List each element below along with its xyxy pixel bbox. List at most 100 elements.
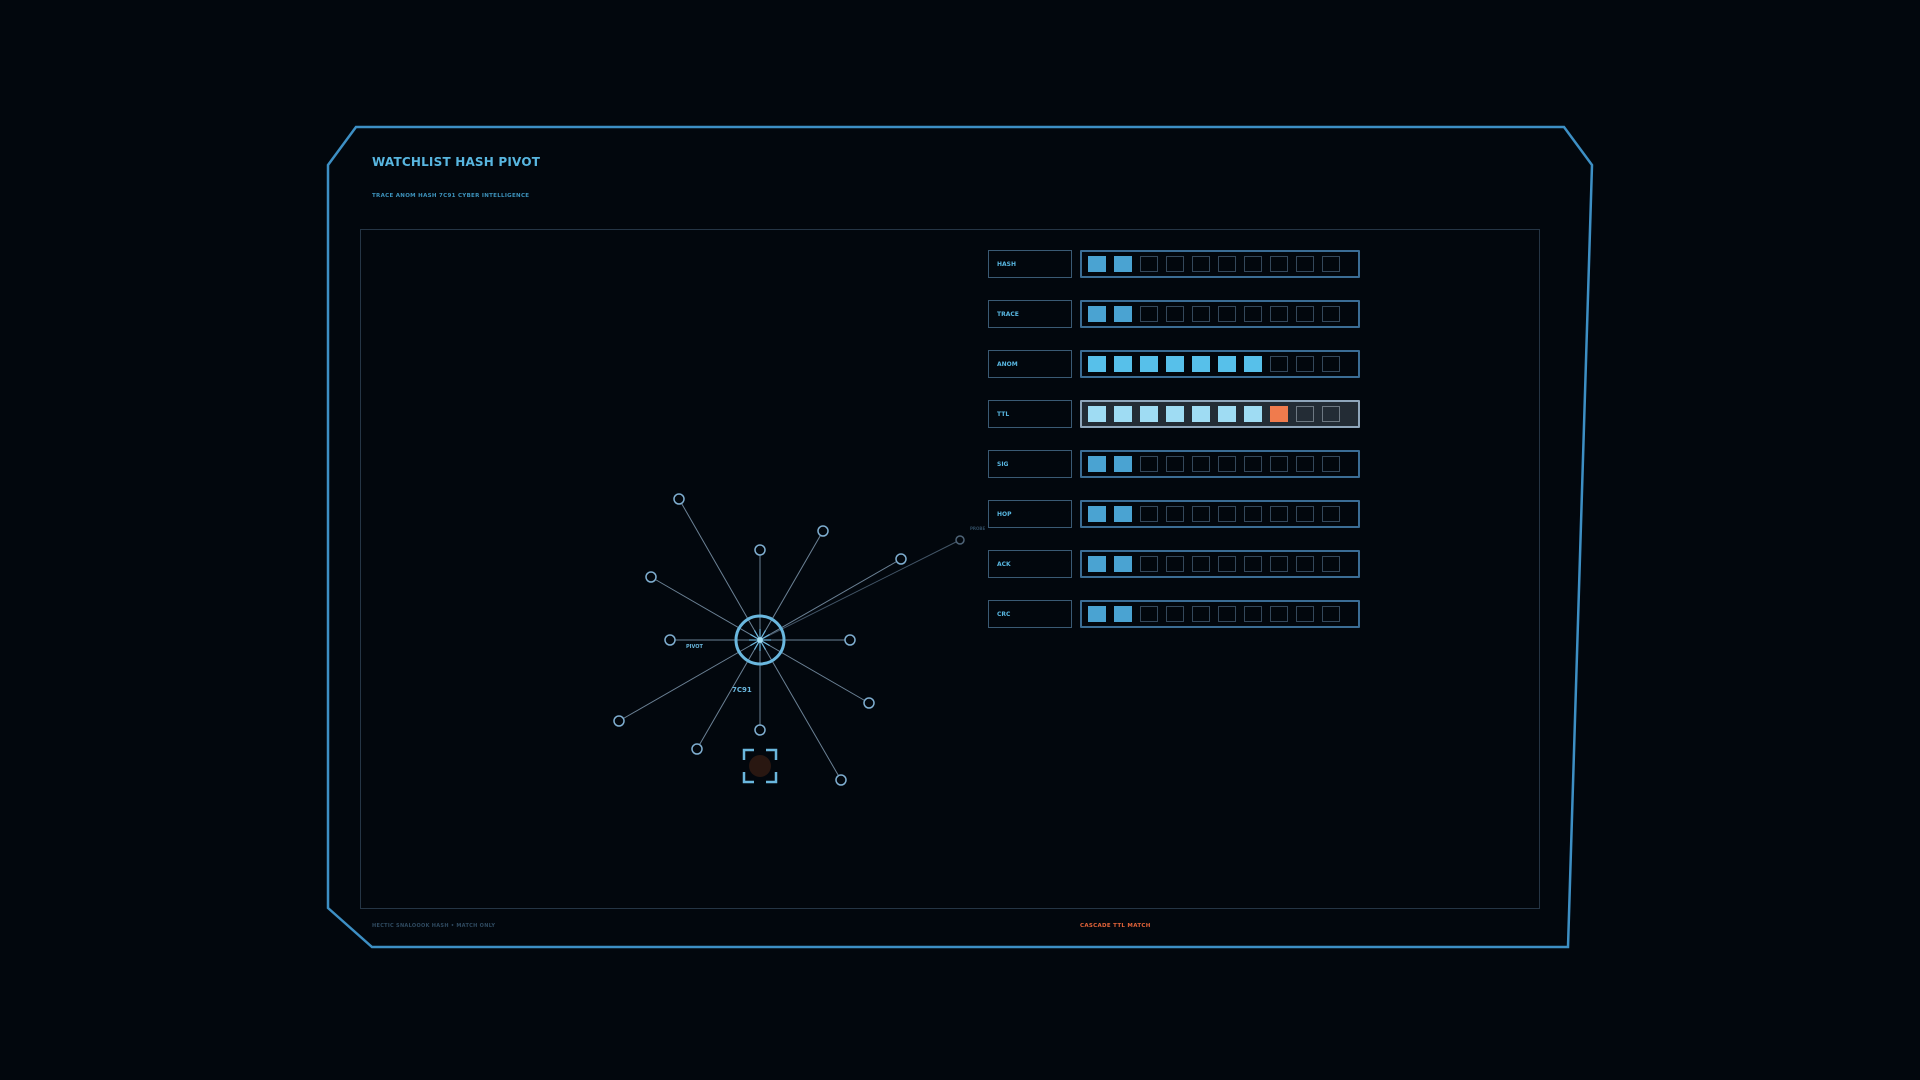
segment-empty [1244, 306, 1262, 322]
segment-empty [1166, 556, 1184, 572]
meter-sig[interactable] [1080, 450, 1360, 478]
segment-empty [1140, 506, 1158, 522]
segment-filled [1088, 556, 1106, 572]
segment-filled [1218, 356, 1236, 372]
segment-filled [1088, 506, 1106, 522]
row-label-hop: HOP [988, 500, 1072, 528]
segment-empty [1244, 606, 1262, 622]
row-label-crc: CRC [988, 600, 1072, 628]
meter-trace[interactable] [1080, 300, 1360, 328]
row-label-sig: SIG [988, 450, 1072, 478]
segment-filled [1114, 456, 1132, 472]
segment-empty [1192, 256, 1210, 272]
segment-empty [1218, 256, 1236, 272]
segment-empty [1140, 606, 1158, 622]
segment-filled [1114, 406, 1132, 422]
segment-empty [1244, 556, 1262, 572]
segment-empty [1166, 506, 1184, 522]
segment-empty [1322, 506, 1340, 522]
segment-empty [1166, 256, 1184, 272]
segment-filled [1114, 506, 1132, 522]
segment-empty [1296, 356, 1314, 372]
segment-empty [1296, 306, 1314, 322]
meter-ack[interactable] [1080, 550, 1360, 578]
segment-empty [1322, 456, 1340, 472]
segment-filled [1114, 606, 1132, 622]
segment-filled [1114, 256, 1132, 272]
segment-empty [1192, 456, 1210, 472]
segment-empty [1166, 306, 1184, 322]
row-label-anom: ANOM [988, 350, 1072, 378]
footer-status: HECTIC SNALOOOK HASH • MATCH ONLY [372, 923, 496, 929]
footer-alert: CASCADE TTL MATCH [1080, 923, 1151, 929]
segment-empty [1270, 456, 1288, 472]
segment-empty [1270, 356, 1288, 372]
segment-filled [1140, 406, 1158, 422]
segment-empty [1244, 256, 1262, 272]
segment-empty [1140, 256, 1158, 272]
row-label-trace: TRACE [988, 300, 1072, 328]
page-title: WATCHLIST HASH PIVOT [372, 155, 541, 169]
segment-filled [1192, 406, 1210, 422]
page-subtitle: TRACE ANOM HASH 7C91 CYBER INTELLIGENCE [372, 193, 530, 199]
row-label-ttl: TTL [988, 400, 1072, 428]
segment-filled [1088, 306, 1106, 322]
segment-empty [1192, 506, 1210, 522]
segment-filled [1088, 606, 1106, 622]
segment-empty [1140, 556, 1158, 572]
segment-filled [1140, 356, 1158, 372]
segment-empty [1140, 456, 1158, 472]
segment-empty [1322, 256, 1340, 272]
segment-filled [1166, 356, 1184, 372]
segment-empty [1270, 256, 1288, 272]
segment-empty [1270, 306, 1288, 322]
segment-empty [1166, 606, 1184, 622]
segment-empty [1192, 306, 1210, 322]
meter-hash[interactable] [1080, 250, 1360, 278]
meter-crc[interactable] [1080, 600, 1360, 628]
segment-filled [1218, 406, 1236, 422]
segment-empty [1244, 506, 1262, 522]
segment-empty [1270, 556, 1288, 572]
segment-empty [1296, 606, 1314, 622]
segment-empty [1270, 506, 1288, 522]
segment-filled [1088, 256, 1106, 272]
segment-empty [1192, 556, 1210, 572]
segment-filled [1114, 556, 1132, 572]
segment-filled [1114, 356, 1132, 372]
segment-empty [1322, 606, 1340, 622]
segment-empty [1244, 456, 1262, 472]
segment-filled [1114, 306, 1132, 322]
meter-hop[interactable] [1080, 500, 1360, 528]
segment-alert [1270, 406, 1288, 422]
segment-empty [1192, 606, 1210, 622]
row-label-ack: ACK [988, 550, 1072, 578]
segment-empty [1166, 456, 1184, 472]
row-label-hash: HASH [988, 250, 1072, 278]
segment-filled [1166, 406, 1184, 422]
segment-empty [1296, 256, 1314, 272]
segment-empty [1140, 306, 1158, 322]
segment-empty [1296, 406, 1314, 422]
segment-empty [1218, 306, 1236, 322]
segment-empty [1296, 456, 1314, 472]
segment-empty [1322, 556, 1340, 572]
segment-empty [1322, 356, 1340, 372]
segment-empty [1270, 606, 1288, 622]
segment-empty [1218, 456, 1236, 472]
segment-filled [1088, 406, 1106, 422]
meter-ttl[interactable] [1080, 400, 1360, 428]
segment-filled [1088, 456, 1106, 472]
inner-panel [360, 229, 1540, 909]
segment-empty [1218, 556, 1236, 572]
segment-filled [1244, 406, 1262, 422]
segment-empty [1218, 506, 1236, 522]
segment-filled [1088, 356, 1106, 372]
segment-empty [1296, 556, 1314, 572]
segment-empty [1296, 506, 1314, 522]
segment-empty [1322, 406, 1340, 422]
segment-filled [1192, 356, 1210, 372]
meter-anom[interactable] [1080, 350, 1360, 378]
segment-empty [1218, 606, 1236, 622]
segment-filled [1244, 356, 1262, 372]
